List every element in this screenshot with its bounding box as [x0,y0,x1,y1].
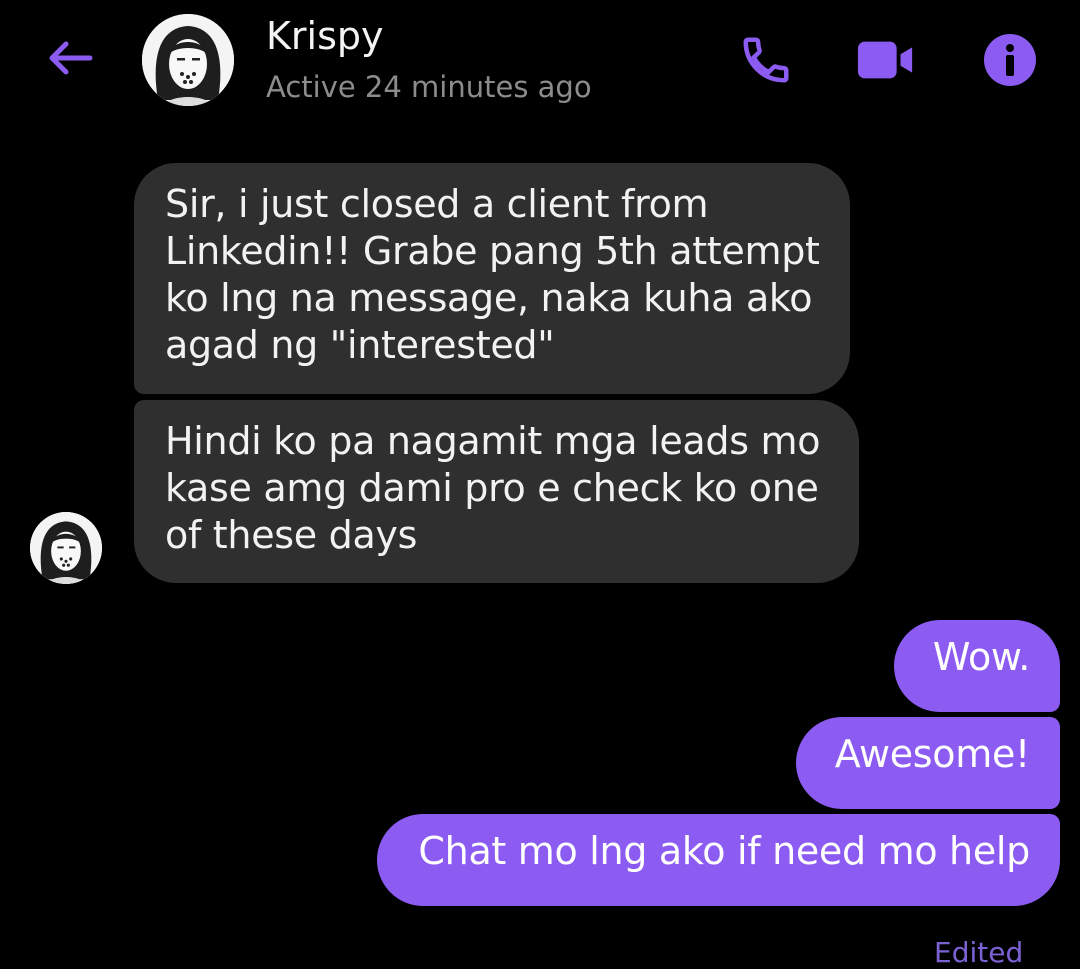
contact-avatar[interactable] [142,14,234,106]
profile-photo [142,14,234,106]
chat-header: Krispy Active 24 minutes ago [0,0,1080,130]
video-call-button[interactable] [856,30,916,90]
phone-icon [743,37,789,83]
edited-label: Edited [934,936,1024,969]
conversation-info-button[interactable] [980,30,1040,90]
incoming-message[interactable]: Hindi ko pa nagamit mga leads mo kase am… [134,400,859,583]
sender-avatar[interactable] [30,512,102,584]
outgoing-message[interactable]: Chat mo lng ako if need mo help [377,814,1060,906]
profile-photo [30,512,102,584]
voice-call-button[interactable] [736,30,796,90]
outgoing-message[interactable]: Awesome! [796,717,1060,809]
video-camera-icon [857,41,913,79]
arrow-left-icon [49,41,93,75]
info-icon [984,34,1036,86]
outgoing-message[interactable]: Wow. [894,620,1060,712]
back-button[interactable] [44,36,96,80]
active-status: Active 24 minutes ago [266,70,592,104]
incoming-message[interactable]: Sir, i just closed a client from Linkedi… [134,163,850,394]
contact-name[interactable]: Krispy [266,14,384,58]
